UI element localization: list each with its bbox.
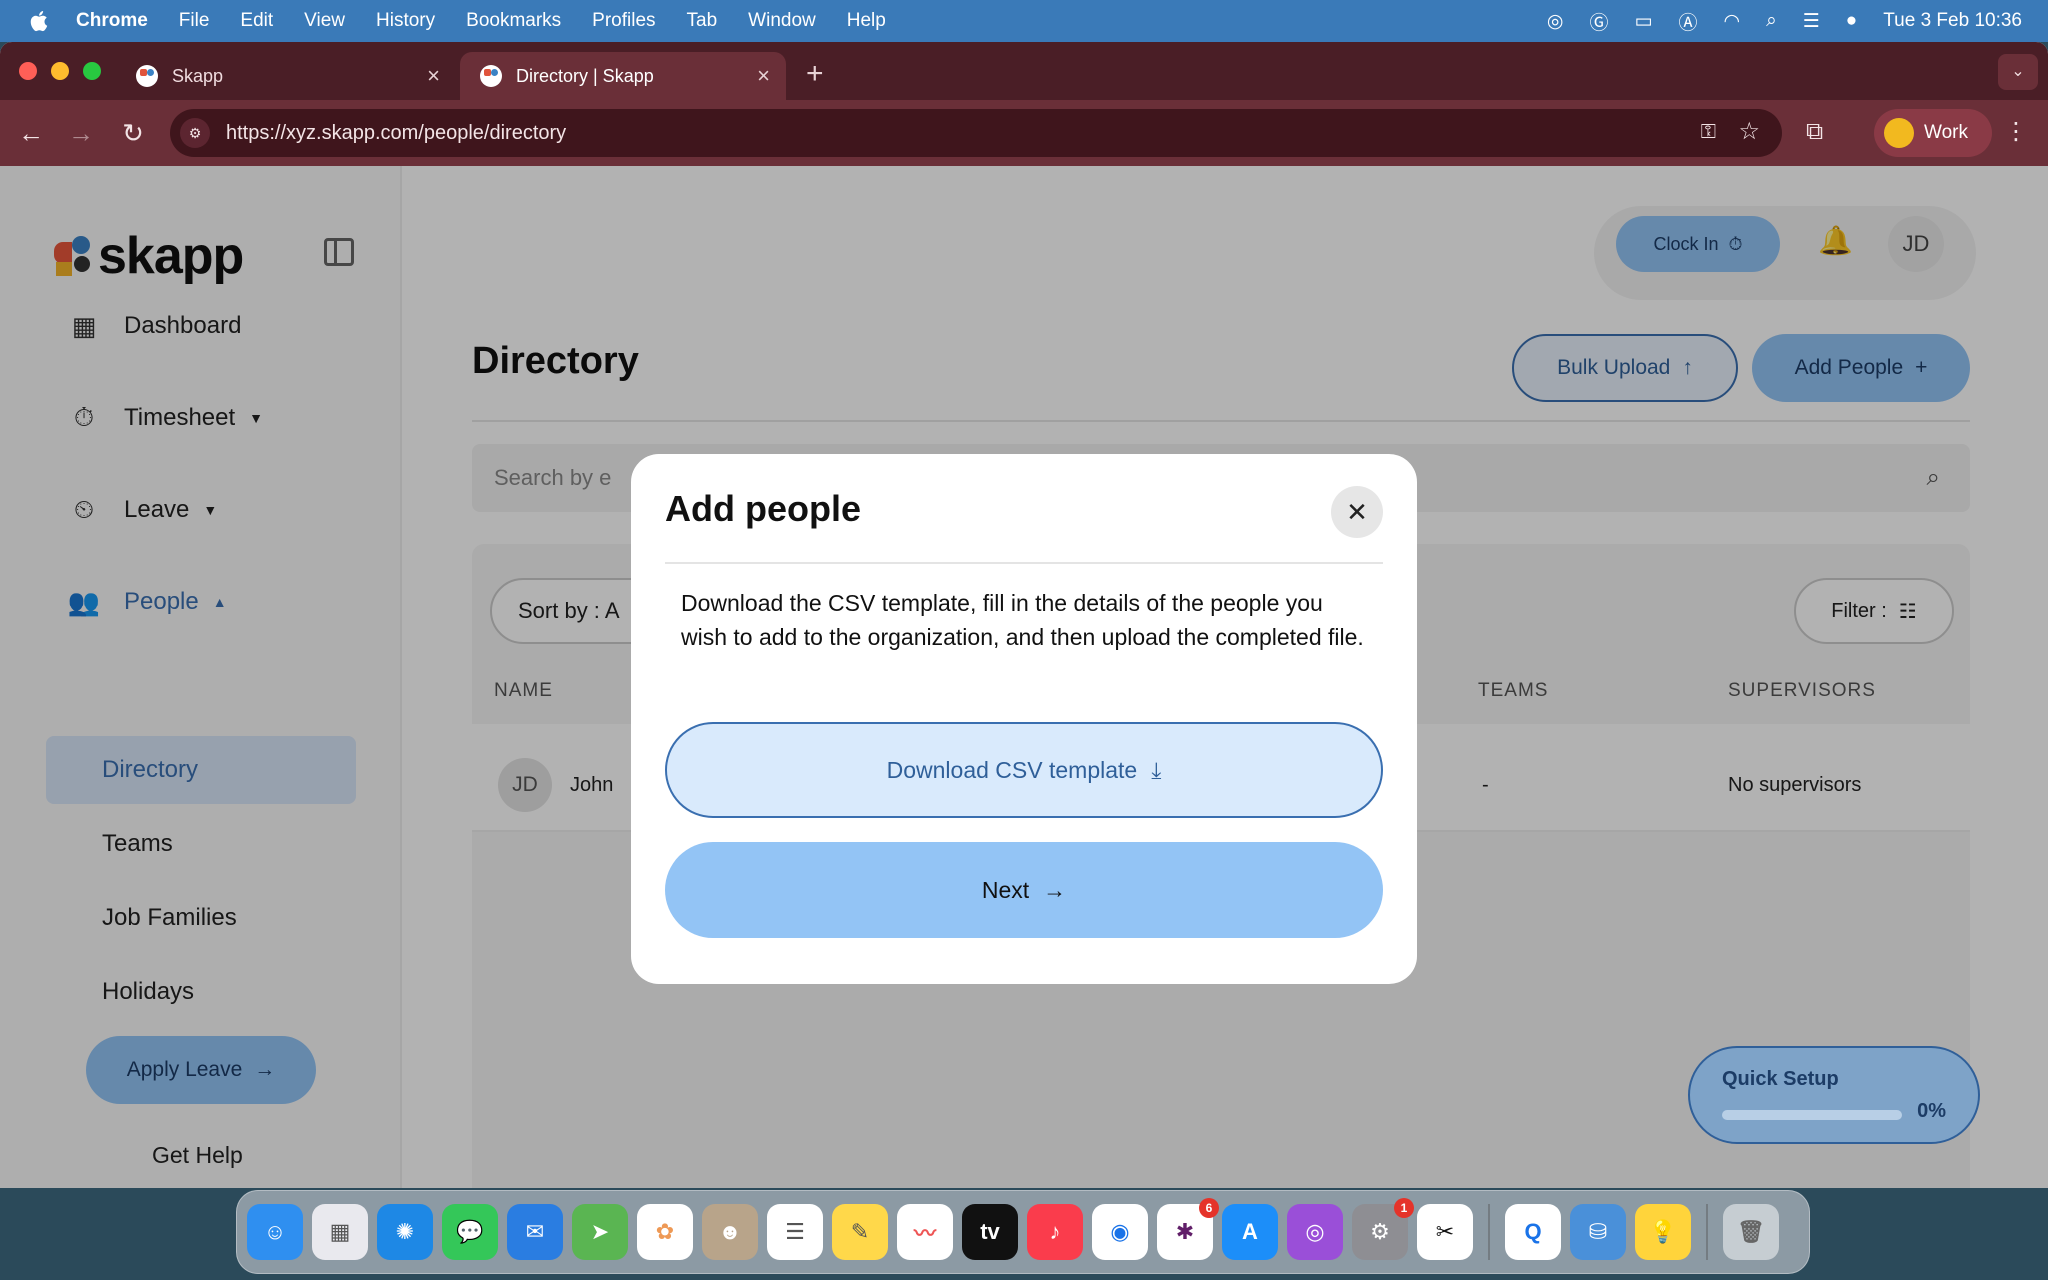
freeform-icon[interactable]: 〰: [897, 1204, 953, 1260]
spotlight-search-icon[interactable]: ⌕: [1766, 10, 1777, 32]
close-tab-icon[interactable]: ×: [427, 63, 440, 89]
bookmark-star-icon[interactable]: ☆: [1738, 117, 1760, 146]
close-icon[interactable]: ✕: [1331, 486, 1383, 538]
new-tab-icon[interactable]: +: [806, 54, 824, 94]
download-csv-template-button[interactable]: Download CSV template ⤓: [665, 722, 1383, 818]
launchpad-icon[interactable]: ▦: [312, 1204, 368, 1260]
forward-arrow-icon[interactable]: →: [64, 116, 98, 150]
download-csv-label: Download CSV template: [886, 756, 1138, 783]
settings-badge: 1: [1394, 1198, 1414, 1218]
control-center-icon[interactable]: ☰: [1803, 10, 1820, 33]
tab-title: Directory | Skapp: [516, 65, 654, 86]
site-info-icon[interactable]: ⚙: [180, 118, 210, 148]
menu-app-name[interactable]: Chrome: [76, 10, 148, 32]
messages-icon[interactable]: 💬: [442, 1204, 498, 1260]
contacts-icon[interactable]: ☻: [702, 1204, 758, 1260]
modal-title: Add people: [665, 488, 861, 529]
back-arrow-icon[interactable]: ←: [14, 116, 48, 150]
minimize-window-button[interactable]: [51, 62, 69, 80]
apple-tv-icon[interactable]: tv: [962, 1204, 1018, 1260]
profile-button[interactable]: Work: [1874, 109, 1992, 157]
tab-search-chevron-icon[interactable]: ⌄: [1998, 54, 2038, 90]
podcasts-icon[interactable]: ◎: [1287, 1204, 1343, 1260]
menu-window[interactable]: Window: [748, 10, 816, 32]
zoom-window-button[interactable]: [83, 62, 101, 80]
menu-bookmarks[interactable]: Bookmarks: [466, 10, 561, 32]
tab-directory[interactable]: Directory | Skapp ×: [460, 52, 786, 100]
creative-cloud-icon[interactable]: ◎: [1547, 10, 1564, 33]
app-store-icon[interactable]: A: [1222, 1204, 1278, 1260]
menu-profiles[interactable]: Profiles: [592, 10, 655, 32]
arrow-right-icon: →: [1043, 876, 1067, 903]
battery-icon[interactable]: ▭: [1635, 10, 1653, 33]
close-window-button[interactable]: [19, 62, 37, 80]
skapp-favicon-icon: [480, 65, 502, 87]
menu-history[interactable]: History: [376, 10, 435, 32]
profile-avatar: [1884, 118, 1914, 148]
system-settings-icon[interactable]: ⚙ 1: [1352, 1198, 1414, 1260]
menu-bar: Chrome File Edit View History Bookmarks …: [0, 0, 2048, 42]
add-people-modal: Add people ✕ Download the CSV template, …: [631, 454, 1417, 984]
tab-title: Skapp: [172, 65, 224, 86]
download-icon: ⤓: [1151, 756, 1162, 783]
quick-setup-percent: 0%: [1917, 1100, 1946, 1122]
trash-icon[interactable]: 🗑: [1723, 1204, 1779, 1260]
finder-icon[interactable]: ☺: [247, 1204, 303, 1260]
skapp-favicon-icon: [136, 65, 158, 87]
input-source-icon[interactable]: Ⓐ: [1678, 8, 1697, 35]
next-label: Next: [981, 876, 1030, 903]
notes-icon[interactable]: ✎: [832, 1204, 888, 1260]
capcut-icon[interactable]: ✂: [1417, 1204, 1473, 1260]
siri-icon[interactable]: ●: [1846, 10, 1857, 32]
dock-separator: [1488, 1204, 1490, 1260]
slack-icon[interactable]: ✱ 6: [1157, 1198, 1219, 1260]
tab-bar: Skapp × Directory | Skapp × + ⌄: [0, 42, 2048, 100]
close-tab-icon[interactable]: ×: [757, 63, 770, 89]
quickshare-icon[interactable]: Q: [1505, 1204, 1561, 1260]
apple-menu-icon[interactable]: [0, 9, 76, 33]
password-key-icon[interactable]: ⚿: [1701, 121, 1716, 144]
quick-setup-widget[interactable]: Quick Setup 0%: [1688, 1046, 1980, 1144]
tab-skapp[interactable]: Skapp ×: [116, 52, 456, 100]
macos-dock: ☺ ▦ ✺ 💬 ✉ ➤ ✿ ☻ ☰ ✎ 〰 tv ♪ ◉ ✱ 6 A ◎ ⚙ 1 ✂…: [236, 1190, 1810, 1274]
menu-file[interactable]: File: [179, 10, 210, 32]
extensions-puzzle-icon[interactable]: ⧉: [1806, 118, 1823, 146]
lightbulb-app-icon[interactable]: 💡: [1635, 1204, 1691, 1260]
menu-view[interactable]: View: [304, 10, 345, 32]
slack-badge: 6: [1199, 1198, 1219, 1218]
modal-description: Download the CSV template, fill in the d…: [681, 590, 1364, 650]
reload-icon[interactable]: ↻: [116, 116, 150, 150]
profile-label: Work: [1924, 122, 1968, 143]
disk-utility-icon[interactable]: ⛁: [1570, 1204, 1626, 1260]
mail-icon[interactable]: ✉: [507, 1204, 563, 1260]
reminders-icon[interactable]: ☰: [767, 1204, 823, 1260]
safari-icon[interactable]: ✺: [377, 1204, 433, 1260]
menu-help[interactable]: Help: [847, 10, 886, 32]
next-button[interactable]: Next →: [665, 842, 1383, 938]
wifi-icon[interactable]: ◠: [1724, 10, 1741, 33]
url-text[interactable]: https://xyz.skapp.com/people/directory: [226, 122, 566, 145]
menu-tab[interactable]: Tab: [687, 10, 718, 32]
chrome-menu-kebab-icon[interactable]: ⋮: [2004, 120, 2028, 144]
chrome-icon[interactable]: ◉: [1092, 1204, 1148, 1260]
quick-setup-title: Quick Setup: [1722, 1068, 1839, 1090]
quick-setup-progress-bar: [1722, 1110, 1902, 1120]
music-icon[interactable]: ♪: [1027, 1204, 1083, 1260]
photos-icon[interactable]: ✿: [637, 1204, 693, 1260]
address-bar[interactable]: ⚙ https://xyz.skapp.com/people/directory…: [170, 109, 1782, 157]
browser-toolbar: ← → ↻ ⚙ https://xyz.skapp.com/people/dir…: [0, 100, 2048, 166]
dock-separator: [1706, 1204, 1708, 1260]
menubar-clock[interactable]: Tue 3 Feb 10:36: [1883, 10, 2022, 32]
browser-window: Skapp × Directory | Skapp × + ⌄ ← → ↻ ⚙ …: [0, 42, 2048, 1188]
grammarly-icon[interactable]: Ⓖ: [1590, 8, 1609, 35]
maps-icon[interactable]: ➤: [572, 1204, 628, 1260]
modal-divider: [665, 562, 1383, 564]
menu-edit[interactable]: Edit: [240, 10, 273, 32]
